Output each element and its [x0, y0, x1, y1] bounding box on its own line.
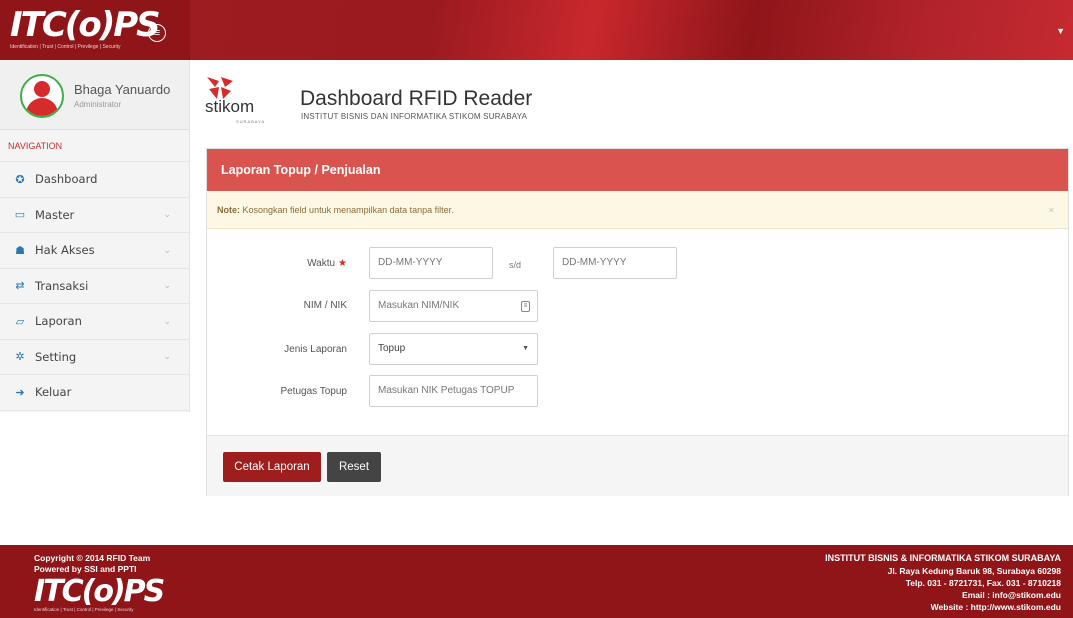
jenis-laporan-label: Jenis Laporan [284, 344, 347, 355]
chevron-down-icon: ⌄ [163, 315, 171, 326]
date-to-input[interactable]: DD-MM-YYYY [553, 247, 677, 279]
sidebar-item-hak-akses[interactable]: ☗ Hak Akses ⌄ [0, 233, 189, 269]
jenis-laporan-select[interactable]: Topup ▼ [369, 333, 538, 365]
footer-address: Jl. Raya Kedung Baruk 98, Surabaya 60298 [887, 566, 1061, 576]
chevron-down-icon: ⌄ [163, 244, 171, 255]
nav-section-label: NAVIGATION [0, 130, 189, 162]
sidebar-item-transaksi[interactable]: ⇄ Transaksi ⌄ [0, 269, 189, 304]
sidebar-item-master[interactable]: ▭ Master ⌄ [0, 198, 189, 233]
footer-institution: INSTITUT BISNIS & INFORMATIKA STIKOM SUR… [825, 553, 1061, 563]
menu-icon[interactable]: ≡ [148, 24, 166, 42]
logo-tagline: Identification | Trust | Control | Previ… [10, 44, 121, 50]
brand-wordmark: stikom [205, 97, 255, 116]
users-icon: ☗ [15, 244, 25, 257]
sign-out-icon: ➜ [15, 386, 25, 399]
sidebar: Bhaga Yanuardo Administrator NAVIGATION … [0, 60, 190, 412]
nim-placeholder: Masukan NIM/NIK [378, 300, 460, 311]
sidebar-item-label: Setting [35, 349, 77, 364]
chevron-down-icon: ⌄ [163, 209, 171, 220]
petugas-topup-input[interactable]: Masukan NIK Petugas TOPUP [369, 375, 538, 407]
page-footer: Copyright © 2014 RFID Team Powered by SS… [0, 545, 1073, 618]
footer-copyright: Copyright © 2014 RFID Team [34, 553, 151, 563]
petugas-topup-label: Petugas Topup [280, 386, 347, 397]
waktu-label: Waktu ★ [227, 258, 347, 269]
page-title: Dashboard RFID Reader [300, 87, 533, 110]
page-subtitle: INSTITUT BISNIS DAN INFORMATIKA STIKOM S… [301, 112, 528, 121]
top-navbar: ITC(o)PS Identification | Trust | Contro… [0, 0, 1073, 60]
sidebar-item-label: Laporan [35, 314, 82, 329]
footer-itcops-logo: ITC(o)PS [34, 574, 165, 609]
footer-email[interactable]: Email : info@stikom.edu [962, 590, 1061, 600]
footer-logo-tagline: Identification | Trust | Control | Previ… [34, 607, 134, 612]
sidebar-item-label: Transaksi [35, 278, 89, 293]
footer-phone: Telp. 031 - 8721731, Fax. 031 - 8710218 [905, 578, 1061, 588]
exchange-icon: ⇄ [15, 280, 25, 293]
sidebar-item-laporan[interactable]: ▱ Laporan ⌄ [0, 304, 189, 340]
monitor-icon: ▭ [14, 209, 26, 222]
itcops-logo: ITC(o)PS [10, 5, 161, 45]
sidebar-item-label: Keluar [35, 385, 72, 400]
cetak-laporan-button[interactable]: Cetak Laporan [223, 452, 321, 482]
id-card-icon: ≡ [521, 301, 530, 312]
note-alert: Note: Kosongkan field untuk menampilkan … [207, 191, 1068, 229]
footer-website[interactable]: Website : http://www.stikom.edu [931, 602, 1061, 612]
chevron-down-icon: ⌄ [163, 351, 171, 362]
jenis-laporan-value: Topup [378, 343, 406, 354]
close-icon[interactable]: × [1049, 191, 1054, 229]
footer-powered-by: Powered by SSI and PPTI [34, 564, 137, 574]
range-separator: s/d [509, 260, 522, 270]
avatar [20, 74, 64, 118]
sidebar-item-label: Dashboard [35, 172, 98, 187]
reset-button[interactable]: Reset [327, 452, 381, 482]
nim-label: NIM / NIK [303, 300, 347, 311]
required-star-icon: ★ [338, 258, 347, 269]
panel-heading: Laporan Topup / Penjualan [207, 149, 1068, 191]
profile-name: Bhaga Yanuardo [74, 82, 171, 97]
caret-down-icon[interactable]: ▼ [1056, 26, 1065, 36]
chevron-down-icon: ▼ [522, 345, 529, 352]
nim-input[interactable]: Masukan NIM/NIK ≡ [369, 290, 538, 322]
waktu-label-text: Waktu [307, 258, 336, 269]
folder-icon: ▱ [15, 315, 25, 328]
sidebar-item-dashboard[interactable]: ✪ Dashboard [0, 162, 189, 198]
note-title: Note: [217, 205, 240, 215]
chevron-down-icon: ⌄ [163, 280, 171, 291]
panel-footer: Cetak Laporan Reset [207, 435, 1068, 496]
report-panel: Laporan Topup / Penjualan Note: Kosongka… [206, 148, 1069, 496]
brand-city: SURABAYA [236, 119, 266, 124]
date-from-input[interactable]: DD-MM-YYYY [369, 247, 493, 279]
sidebar-item-setting[interactable]: ✲ Setting ⌄ [0, 340, 189, 375]
logo-block: ITC(o)PS Identification | Trust | Contro… [0, 0, 190, 60]
gear-icon: ✲ [15, 351, 25, 364]
sidebar-item-label: Master [35, 207, 75, 222]
sidebar-item-keluar[interactable]: ➜ Keluar [0, 375, 189, 411]
sidebar-item-label: Hak Akses [35, 243, 95, 258]
user-profile: Bhaga Yanuardo Administrator [0, 60, 189, 130]
profile-role: Administrator [74, 100, 122, 109]
dashboard-icon: ✪ [15, 173, 25, 186]
note-text: Kosongkan field untuk menampilkan data t… [242, 205, 454, 215]
